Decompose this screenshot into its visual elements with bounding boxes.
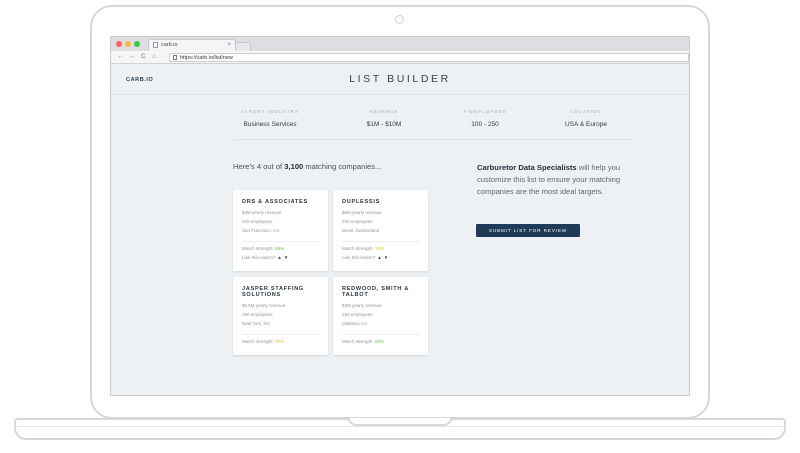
company-card[interactable]: DUPLESSIS $6M yearly revenue 230 employe…	[333, 190, 428, 271]
criteria-location: LOCATION USA & Europe	[531, 109, 641, 128]
back-arrow-icon[interactable]: ←	[117, 52, 124, 62]
match-label: Match strength:	[242, 339, 275, 344]
laptop-base-edge	[14, 426, 786, 427]
thumbs-up-icon[interactable]: ▲	[377, 255, 382, 260]
thumbs-down-icon[interactable]: ▼	[384, 255, 389, 260]
camera-icon	[395, 15, 404, 24]
summary-prefix: Here's 4 out of	[233, 162, 285, 171]
match-strength: Match strength: 80%	[342, 339, 384, 344]
address-bar[interactable]: https://carb.io/list/new	[169, 53, 689, 62]
like-match: Like this match? ▲ ▼	[342, 255, 388, 260]
browser-tab-bar: carb.io ×	[111, 37, 689, 51]
screen: carb.io × ← → C ⌂ https://carb.io/list/n…	[110, 36, 690, 396]
criteria-label: REVENUE	[369, 109, 399, 114]
app-header: CARB.IO LIST BUILDER	[111, 64, 689, 95]
match-label: Match strength:	[242, 246, 275, 251]
company-location: New York, NY	[242, 321, 270, 326]
company-name: REDWOOD, SMITH & TALBOT	[342, 286, 410, 299]
card-divider	[242, 334, 320, 335]
card-divider	[242, 241, 320, 242]
match-value: 70%	[274, 339, 285, 344]
match-strength: Match strength: 75%	[342, 246, 384, 251]
match-strength: Match strength: 70%	[242, 339, 284, 344]
criteria-revenue: REVENUE $1M - $10M	[329, 109, 439, 128]
company-name: DUPLESSIS	[342, 199, 381, 205]
match-value: 80%	[374, 339, 385, 344]
lock-icon	[173, 55, 177, 60]
match-label: Match strength:	[342, 246, 375, 251]
criteria-employees: # EMPLOYEES 100 - 250	[430, 109, 540, 128]
results-summary: Here's 4 out of 3,100 matching companies…	[233, 162, 381, 171]
match-label: Match strength:	[342, 339, 375, 344]
specialist-pitch: Carburetor Data Specialists will help yo…	[477, 162, 647, 199]
browser-tab[interactable]: carb.io ×	[148, 39, 236, 51]
submit-list-button[interactable]: SUBMIT LIST FOR REVIEW	[476, 224, 580, 237]
criteria-industry: TARGET INDUSTRY Business Services	[215, 109, 325, 128]
company-name: DRS & ASSOCIATES	[242, 199, 308, 205]
criteria-value: $1M - $10M	[366, 121, 402, 128]
browser-toolbar: ← → C ⌂ https://carb.io/list/new	[111, 51, 689, 64]
forward-arrow-icon[interactable]: →	[128, 52, 135, 62]
url-text: https://carb.io/list/new	[180, 55, 233, 61]
card-divider	[342, 241, 420, 242]
close-tab-icon[interactable]: ×	[227, 40, 231, 51]
company-card[interactable]: JASPER STAFFING SOLUTIONS $5.5M yearly r…	[233, 277, 328, 355]
criteria-label: TARGET INDUSTRY	[241, 109, 299, 114]
match-count: 3,100	[284, 162, 304, 171]
company-card[interactable]: REDWOOD, SMITH & TALBOT $3M yearly reven…	[333, 277, 428, 355]
laptop-notch	[348, 418, 452, 426]
criteria-label: LOCATION	[570, 109, 602, 114]
match-strength: Match strength: 85%	[242, 246, 284, 251]
match-value: 85%	[274, 246, 285, 251]
like-label: Like this match?	[242, 255, 276, 260]
criteria-value: Business Services	[243, 121, 297, 128]
criteria-value: USA & Europe	[565, 121, 607, 128]
summary-suffix: matching companies...	[303, 162, 382, 171]
company-location: Basel, Switzerland	[342, 228, 380, 233]
minimize-window-button[interactable]	[125, 41, 131, 47]
card-divider	[342, 334, 420, 335]
thumbs-up-icon[interactable]: ▲	[277, 255, 282, 260]
reload-icon[interactable]: C	[141, 52, 146, 62]
match-value: 75%	[374, 246, 385, 251]
pitch-brand: Carburetor Data Specialists	[477, 163, 577, 172]
divider	[233, 139, 633, 140]
criteria-value: 100 - 250	[471, 121, 499, 128]
browser-tab-title: carb.io	[161, 42, 178, 48]
company-card[interactable]: DRS & ASSOCIATES $4M yearly revenue 200 …	[233, 190, 328, 271]
new-tab-button[interactable]	[235, 42, 251, 51]
maximize-window-button[interactable]	[134, 41, 140, 47]
company-location: Oakland, CA	[342, 321, 368, 326]
thumbs-down-icon[interactable]: ▼	[284, 255, 289, 260]
like-match: Like this match? ▲ ▼	[242, 255, 288, 260]
page-title: LIST BUILDER	[349, 73, 451, 85]
criteria-label: # EMPLOYEES	[463, 109, 507, 114]
company-name: JASPER STAFFING SOLUTIONS	[242, 286, 304, 299]
like-label: Like this match?	[342, 255, 376, 260]
close-window-button[interactable]	[116, 41, 122, 47]
page-icon	[153, 42, 158, 48]
home-icon[interactable]: ⌂	[152, 52, 156, 62]
company-location: San Francisco, CA	[242, 228, 280, 233]
